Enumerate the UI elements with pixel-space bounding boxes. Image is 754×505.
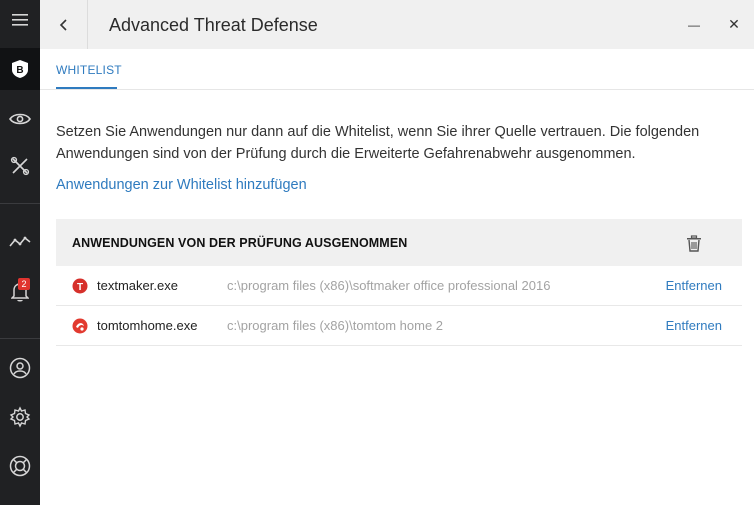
remove-button[interactable]: Entfernen	[666, 318, 722, 333]
back-button[interactable]	[40, 0, 88, 49]
tab-bar: WHITELIST	[40, 49, 754, 90]
list-header-title: ANWENDUNGEN VON DER PRÜFUNG AUSGENOMMEN	[72, 236, 408, 250]
eye-icon[interactable]	[0, 99, 40, 139]
close-icon: ✕	[728, 16, 740, 32]
app-path: c:\program files (x86)\tomtom home 2	[227, 318, 444, 333]
close-button[interactable]: ✕	[714, 0, 754, 49]
remove-button[interactable]: Entfernen	[666, 278, 722, 293]
hamburger-menu-icon[interactable]	[0, 0, 40, 40]
sidebar: B 2	[0, 0, 40, 505]
gear-icon[interactable]	[0, 397, 40, 437]
svg-text:B: B	[16, 65, 23, 76]
notification-badge: 2	[18, 278, 30, 290]
page-title: Advanced Threat Defense	[109, 15, 318, 35]
app-path: c:\program files (x86)\softmaker office …	[227, 278, 551, 293]
app-name: textmaker.exe	[97, 278, 178, 293]
sidebar-divider	[0, 203, 40, 204]
app-name: tomtomhome.exe	[97, 318, 198, 333]
textmaker-app-icon: T	[72, 278, 88, 294]
tomtom-app-icon	[72, 318, 88, 334]
lifebuoy-icon[interactable]	[0, 446, 40, 486]
table-row: T textmaker.exe c:\program files (x86)\s…	[56, 266, 742, 306]
minimize-icon: —	[688, 17, 700, 32]
chevron-left-icon	[59, 18, 67, 31]
activity-graph-icon[interactable]	[0, 222, 40, 262]
sidebar-divider	[0, 338, 40, 339]
trash-icon[interactable]	[684, 233, 704, 253]
tab-active-indicator	[56, 87, 117, 89]
description-text: Setzen Sie Anwendungen nur dann auf die …	[56, 124, 700, 162]
window-header: Advanced Threat Defense — ✕	[40, 0, 754, 49]
list-header: ANWENDUNGEN VON DER PRÜFUNG AUSGENOMMEN	[56, 219, 742, 266]
minimize-button[interactable]: —	[674, 0, 714, 49]
add-to-whitelist-link[interactable]: Anwendungen zur Whitelist hinzufügen	[56, 177, 307, 193]
bitdefender-logo-icon[interactable]: B	[0, 48, 40, 90]
account-icon[interactable]	[0, 348, 40, 388]
tab-whitelist[interactable]: WHITELIST	[56, 63, 122, 77]
table-row: tomtomhome.exe c:\program files (x86)\to…	[56, 306, 742, 346]
svg-text:T: T	[77, 282, 83, 293]
tools-icon[interactable]	[0, 146, 40, 186]
